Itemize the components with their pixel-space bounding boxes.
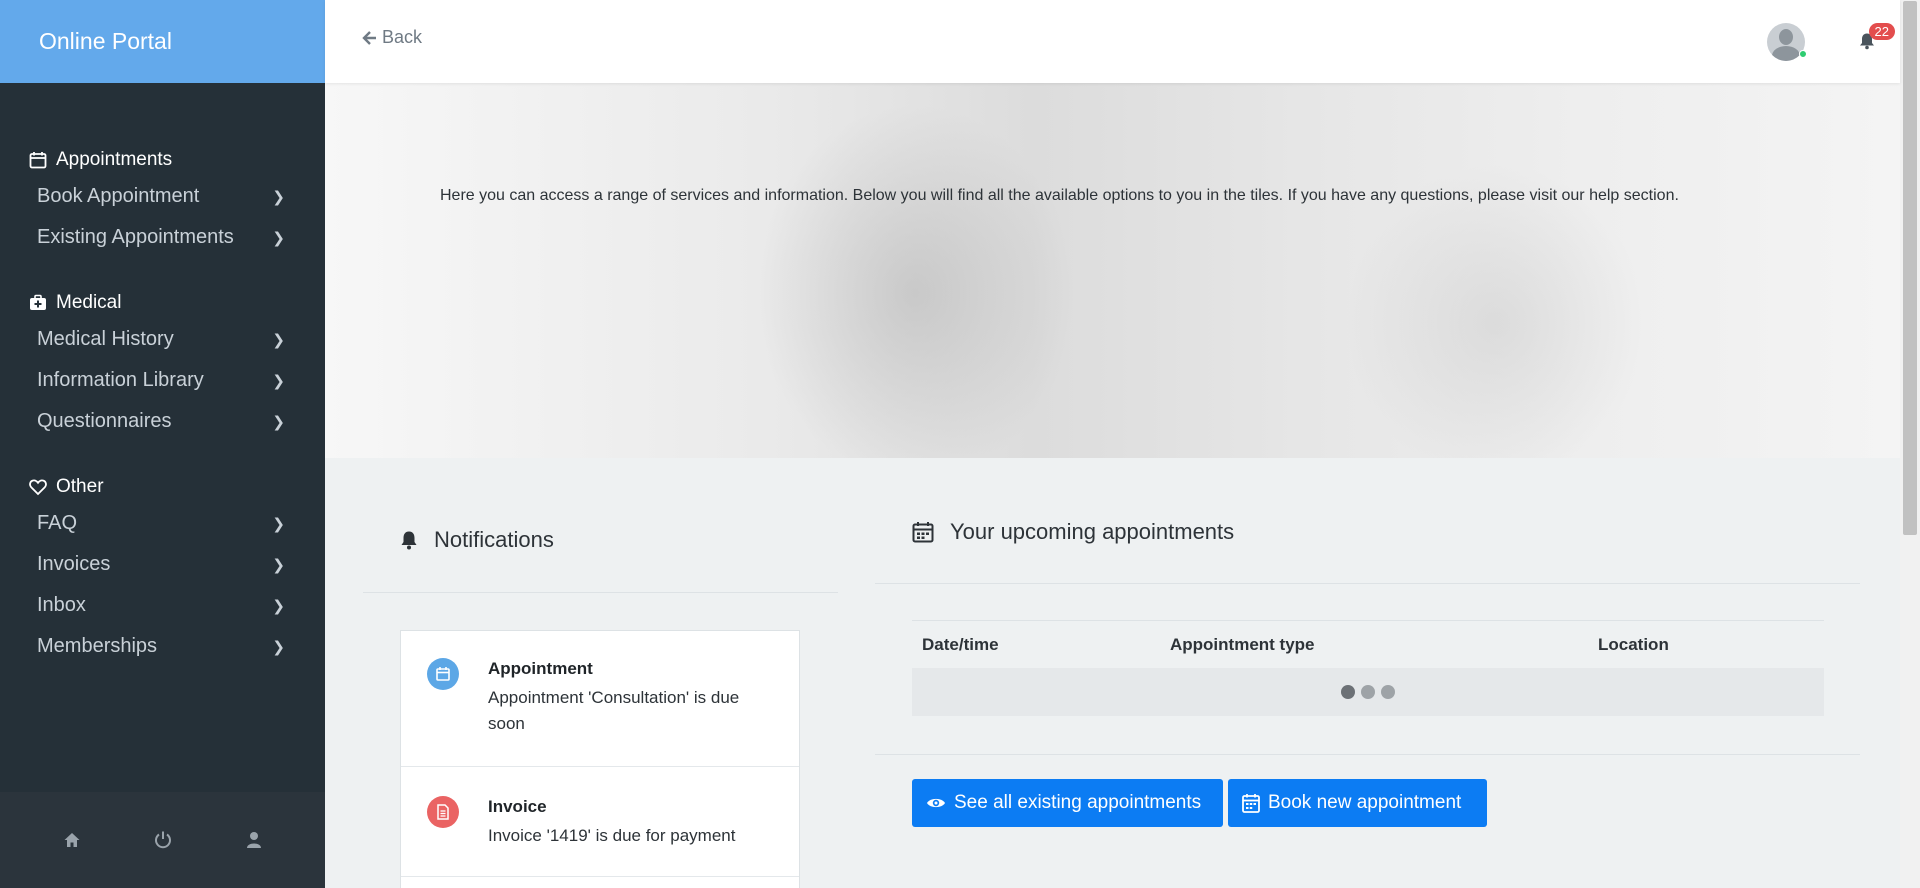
appointments-header: Your upcoming appointments (912, 519, 1234, 545)
heart-icon (29, 479, 47, 496)
back-link[interactable]: Back (362, 27, 422, 48)
eye-icon (927, 798, 945, 808)
brand-title[interactable]: Online Portal (0, 0, 325, 83)
chevron-right-icon: ❯ (272, 229, 285, 247)
sidebar-item-label: Questionnaires (37, 410, 172, 432)
hero-text: Here you can access a range of services … (440, 187, 1679, 204)
medical-kit-icon (30, 294, 46, 310)
sidebar-item-label: Inbox (37, 594, 86, 616)
calendar-icon (29, 152, 47, 169)
power-icon[interactable] (143, 830, 183, 850)
sidebar-item-faq[interactable]: FAQ ❯ (0, 503, 325, 544)
sidebar-item-label: Book Appointment (37, 185, 200, 207)
section-medical: Medical (0, 287, 325, 319)
chevron-right-icon: ❯ (272, 638, 285, 656)
see-all-appointments-button[interactable]: See all existing appointments (912, 779, 1223, 827)
notification-text: Invoice '1419' is due for payment (488, 826, 736, 845)
sidebar-item-label: Memberships (37, 635, 158, 657)
chevron-right-icon: ❯ (272, 556, 285, 574)
divider (363, 592, 838, 593)
chevron-right-icon: ❯ (272, 331, 285, 349)
sidebar-item-label: Information Library (37, 369, 204, 391)
sidebar-item-book-appointment[interactable]: Book Appointment ❯ (0, 176, 325, 217)
loading-dot (1361, 685, 1375, 699)
arrow-left-icon (362, 30, 376, 45)
topbar: Back 22 (325, 0, 1900, 83)
notification-item[interactable]: Invoice Invoice '1419' is due for paymen… (401, 767, 799, 877)
notification-title: Invoice (488, 797, 547, 816)
column-header-location[interactable]: Location (1598, 635, 1824, 655)
section-heading: Other (56, 476, 104, 497)
sidebar-item-label: Medical History (37, 328, 174, 350)
chevron-right-icon: ❯ (272, 515, 285, 533)
appointments-table: Date/time Appointment type Location (912, 620, 1824, 716)
sidebar-item-label: Existing Appointments (37, 226, 234, 248)
calendar-icon (427, 658, 459, 690)
sidebar-item-label: Invoices (37, 553, 111, 575)
section-heading: Medical (56, 292, 122, 313)
loading-dot (1341, 685, 1355, 699)
button-label: Book new appointment (1268, 792, 1462, 813)
scrollbar-thumb[interactable] (1903, 1, 1917, 535)
sidebar-nav: Appointments Book Appointment ❯ Existing … (0, 83, 325, 667)
notification-title: Appointment (488, 659, 593, 678)
hero-banner: Here you can access a range of services … (325, 83, 1900, 458)
notifications-list: Appointment Appointment 'Consultation' i… (400, 630, 800, 888)
online-status-dot (1799, 50, 1807, 58)
divider (875, 583, 1860, 584)
calendar-icon (1242, 794, 1260, 813)
table-header-row: Date/time Appointment type Location (912, 620, 1824, 668)
book-new-appointment-button[interactable]: Book new appointment (1228, 779, 1487, 827)
notification-text: Appointment 'Consultation' is due soon (488, 688, 740, 733)
loading-dot (1381, 685, 1395, 699)
sidebar-item-medical-history[interactable]: Medical History ❯ (0, 319, 325, 360)
sidebar-item-information-library[interactable]: Information Library ❯ (0, 360, 325, 401)
calendar-icon (912, 522, 934, 543)
sidebar-item-existing-appointments[interactable]: Existing Appointments ❯ (0, 217, 325, 258)
section-appointments: Appointments (0, 144, 325, 176)
column-header-datetime[interactable]: Date/time (912, 635, 1170, 655)
chevron-right-icon: ❯ (272, 597, 285, 615)
home-icon[interactable] (52, 831, 92, 849)
user-icon[interactable] (234, 831, 274, 849)
notifications-title: Notifications (434, 527, 554, 552)
button-label: See all existing appointments (954, 792, 1202, 813)
section-other: Other (0, 471, 325, 503)
sidebar-item-inbox[interactable]: Inbox ❯ (0, 585, 325, 626)
column-header-type[interactable]: Appointment type (1170, 635, 1598, 655)
divider (875, 754, 1860, 755)
appointments-title: Your upcoming appointments (950, 519, 1235, 544)
chevron-right-icon: ❯ (272, 188, 285, 206)
notification-count-badge: 22 (1868, 23, 1895, 40)
bell-icon (401, 531, 417, 550)
notification-item[interactable]: Appointment Appointment 'Consultation' i… (401, 631, 799, 767)
section-heading: Appointments (56, 149, 173, 170)
page-scrollbar[interactable] (1900, 0, 1920, 888)
back-label: Back (382, 27, 423, 47)
sidebar-item-label: FAQ (37, 512, 78, 534)
sidebar-item-memberships[interactable]: Memberships ❯ (0, 626, 325, 667)
document-icon (427, 796, 459, 828)
loading-indicator (912, 668, 1824, 716)
sidebar-footer (0, 792, 325, 888)
sidebar: Online Portal Appointments Book Appointm… (0, 0, 325, 888)
notifications-header: Notifications (400, 527, 554, 553)
chevron-right-icon: ❯ (272, 372, 285, 390)
sidebar-item-invoices[interactable]: Invoices ❯ (0, 544, 325, 585)
chevron-right-icon: ❯ (272, 413, 285, 431)
sidebar-item-questionnaires[interactable]: Questionnaires ❯ (0, 401, 325, 442)
